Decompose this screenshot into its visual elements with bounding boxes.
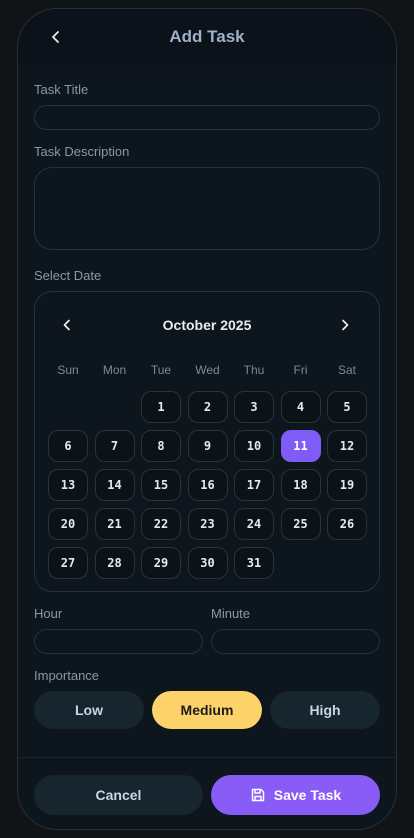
weekday-wed: Wed [195,363,220,377]
hour-input[interactable] [34,629,203,654]
calendar-day-7[interactable]: 7 [94,430,135,462]
calendar-day-8[interactable]: 8 [141,430,181,462]
calendar-day-29[interactable]: 29 [141,547,181,579]
weekday-fri: Fri [293,363,308,377]
minute-label: Minute [211,606,251,621]
calendar-day-6[interactable]: 6 [48,430,88,462]
calendar-day-15[interactable]: 15 [141,469,181,501]
importance-medium-button[interactable]: Medium [152,691,262,729]
calendar-day-1[interactable]: 1 [141,391,181,423]
calendar-day-4[interactable]: 4 [280,391,321,423]
calendar-day-14[interactable]: 14 [94,469,135,501]
weekday-thu: Thu [243,363,265,377]
select-date-label: Select Date [34,268,102,283]
weekday-sat: Sat [337,363,356,377]
next-month-button[interactable] [334,314,356,336]
minute-input[interactable] [211,629,380,654]
task-title-label: Task Title [34,82,89,97]
task-description-label: Task Description [34,144,130,159]
app-header: Add Task [18,9,396,65]
calendar-day-16[interactable]: 16 [187,469,228,501]
calendar-day-25[interactable]: 25 [280,508,321,540]
weekday-sun: Sun [57,363,79,377]
cancel-button[interactable]: Cancel [34,775,203,815]
add-task-screen: Add Task Task Title Task Description Sel… [17,8,397,830]
calendar-day-27[interactable]: 27 [48,547,88,579]
calendar-day-19[interactable]: 19 [327,469,367,501]
calendar-day-10[interactable]: 10 [234,430,274,462]
task-title-input[interactable] [34,105,380,130]
calendar-day-24[interactable]: 24 [234,508,274,540]
calendar-day-9[interactable]: 9 [187,430,228,462]
task-description-input[interactable] [34,167,380,250]
calendar-month-label: October 2025 [162,317,252,333]
importance-high-button[interactable]: High [270,691,380,729]
calendar-day-21[interactable]: 21 [94,508,135,540]
footer-divider [18,757,396,758]
calendar-day-31[interactable]: 31 [234,547,274,579]
calendar-day-23[interactable]: 23 [187,508,228,540]
calendar-day-18[interactable]: 18 [280,469,321,501]
weekday-mon: Mon [102,363,127,377]
hour-label: Hour [34,606,63,621]
page-title: Add Task [169,27,245,46]
calendar-day-5[interactable]: 5 [327,391,367,423]
weekday-tue: Tue [150,363,172,377]
chevron-right-icon [342,319,349,331]
calendar-day-12[interactable]: 12 [327,430,367,462]
calendar-day-17[interactable]: 17 [234,469,274,501]
calendar-day-30[interactable]: 30 [187,547,228,579]
importance-label: Importance [34,668,100,683]
calendar-day-20[interactable]: 20 [48,508,88,540]
save-task-button[interactable]: Save Task [211,775,380,815]
calendar-day-13[interactable]: 13 [48,469,88,501]
save-button-label: Save Task [273,787,342,803]
calendar-day-28[interactable]: 28 [94,547,135,579]
calendar-day-26[interactable]: 26 [327,508,367,540]
cancel-button-label: Cancel [95,787,142,803]
importance-low-button[interactable]: Low [34,691,144,729]
calendar-day-3[interactable]: 3 [234,391,274,423]
calendar: October 2025 Sun Mon Tue Wed Thu Fri Sat 12345… [34,291,380,592]
calendar-day-2[interactable]: 2 [187,391,228,423]
calendar-day-22[interactable]: 22 [141,508,181,540]
calendar-day-11[interactable]: 11 [280,430,321,462]
save-icon [251,788,265,802]
